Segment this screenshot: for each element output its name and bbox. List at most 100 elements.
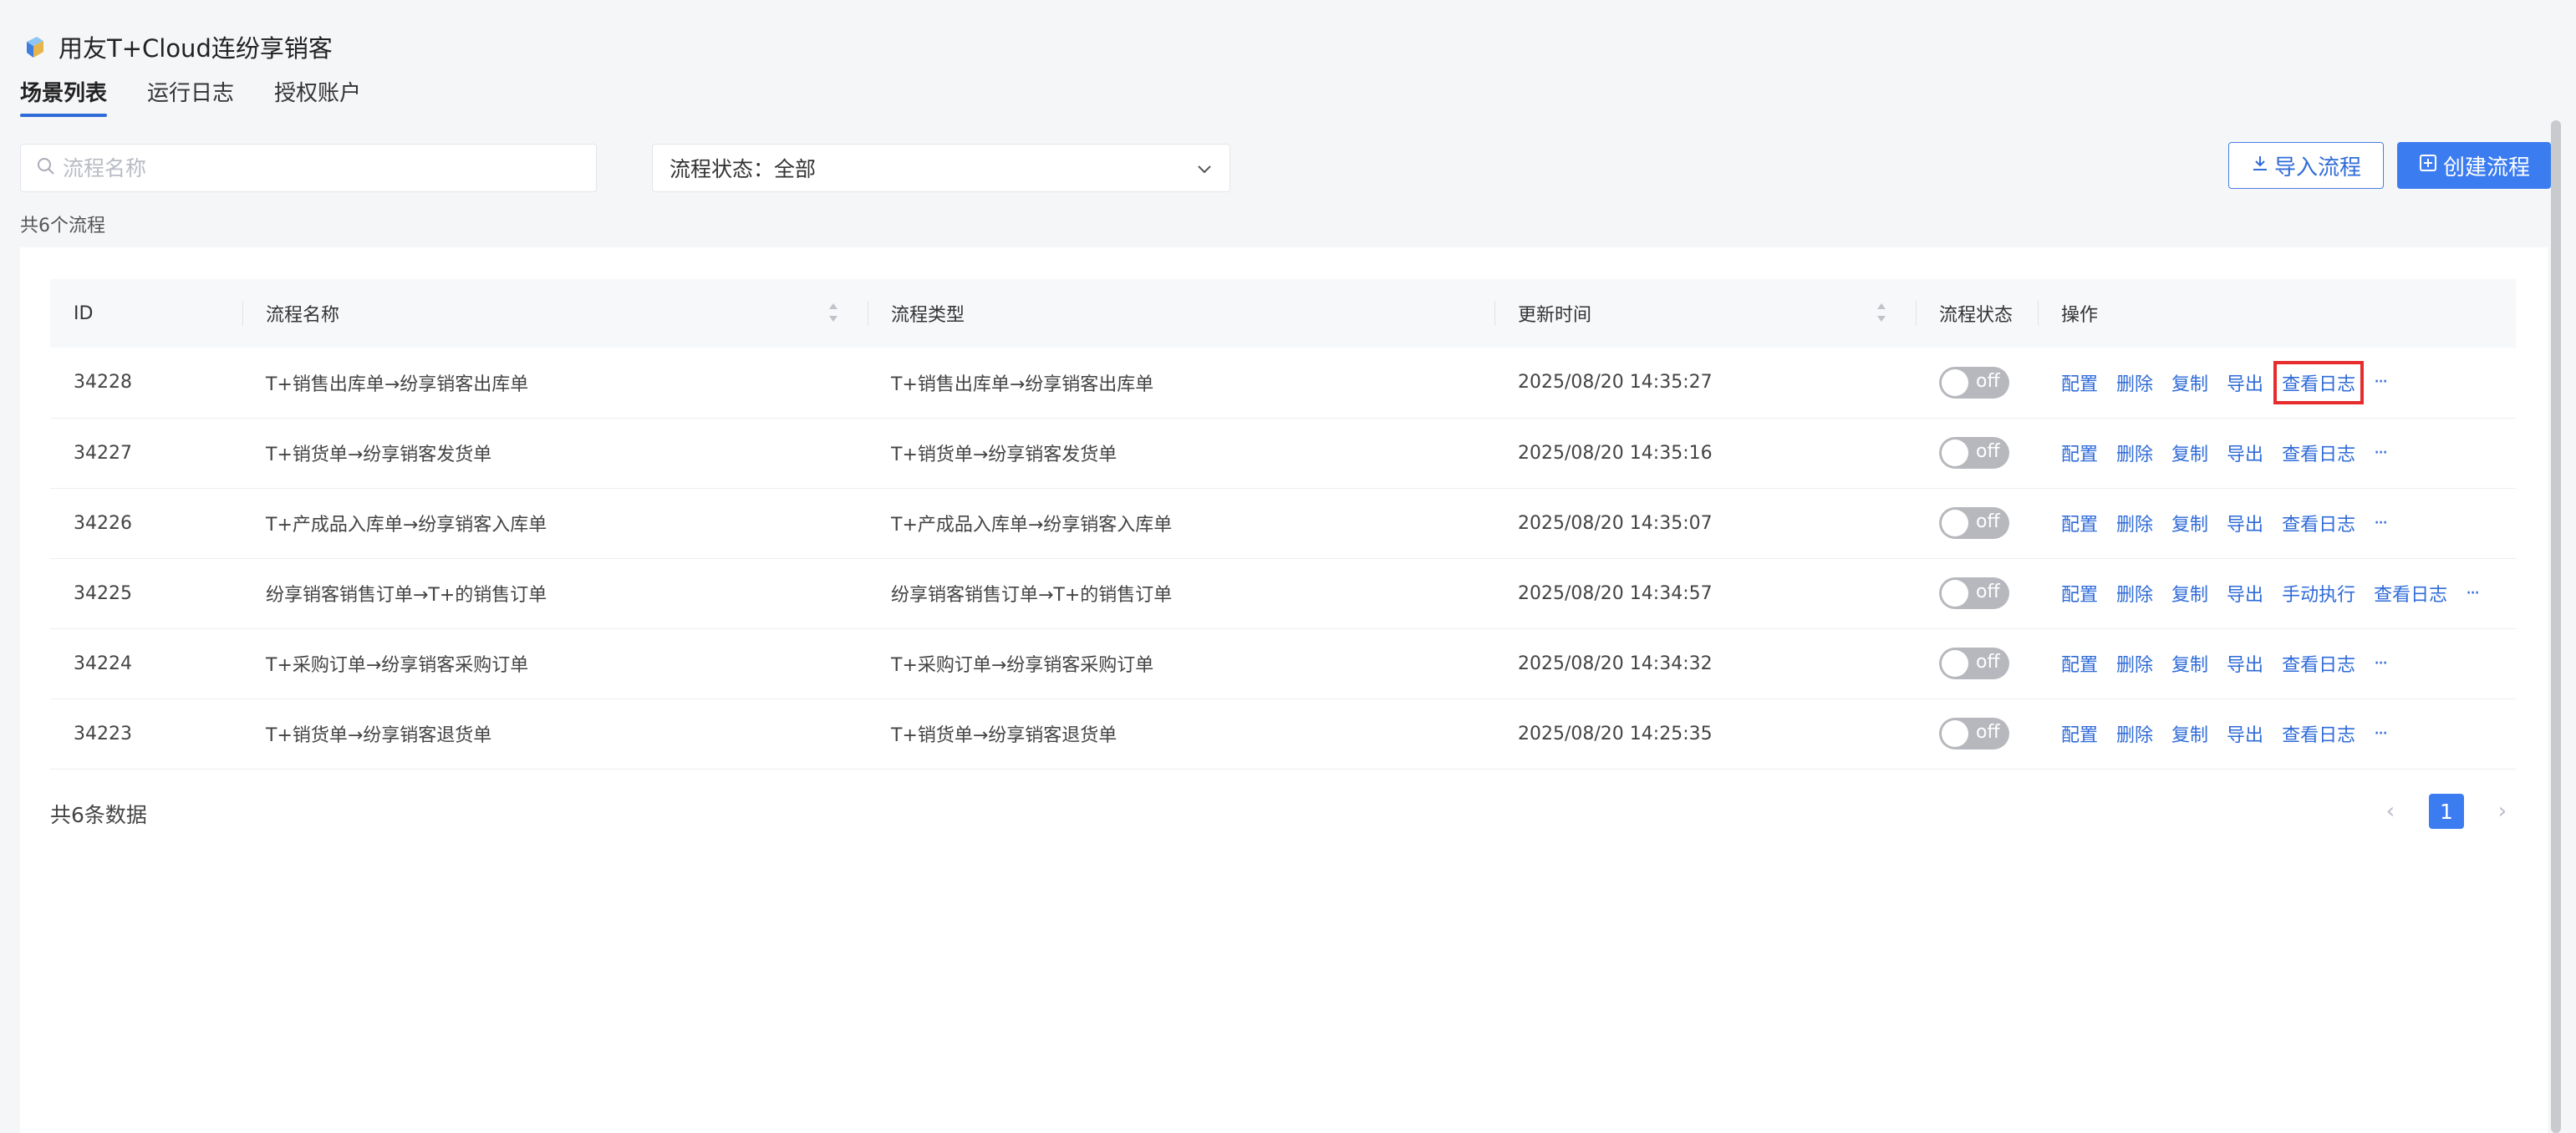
view-log-link[interactable]: 查看日志 bbox=[2273, 360, 2365, 404]
status-toggle[interactable]: off bbox=[1939, 366, 2009, 399]
toggle-knob bbox=[1942, 368, 1968, 396]
table-row: 34226 T+产成品入库单→纷享销客入库单 T+产成品入库单→纷享销客入库单 … bbox=[50, 488, 2516, 559]
col-header-id: ID bbox=[50, 279, 242, 348]
download-icon bbox=[2251, 153, 2269, 178]
cell-actions: 配置 删除 复制 导出 查看日志 ··· bbox=[2038, 699, 2516, 770]
delete-link[interactable]: 删除 bbox=[2116, 510, 2153, 536]
ellipsis-icon[interactable]: ··· bbox=[2466, 583, 2480, 604]
view-log-link[interactable]: 查看日志 bbox=[2282, 720, 2355, 747]
table-row: 34225 纷享销客销售订单→T+的销售订单 纷享销客销售订单→T+的销售订单 … bbox=[50, 558, 2516, 629]
view-log-link[interactable]: 查看日志 bbox=[2282, 510, 2355, 536]
delete-link[interactable]: 删除 bbox=[2116, 439, 2153, 466]
manual-run-link[interactable]: 手动执行 bbox=[2282, 580, 2355, 607]
config-link[interactable]: 配置 bbox=[2061, 720, 2098, 747]
pagination: ‹ 1 › bbox=[2382, 794, 2511, 829]
view-log-link[interactable]: 查看日志 bbox=[2282, 650, 2355, 677]
cell-updated: 2025/08/20 14:35:07 bbox=[1494, 488, 1916, 559]
tab-run-log[interactable]: 运行日志 bbox=[147, 77, 234, 122]
search-icon bbox=[36, 156, 56, 180]
copy-link[interactable]: 复制 bbox=[2171, 580, 2208, 607]
copy-link[interactable]: 复制 bbox=[2171, 439, 2208, 466]
vertical-scrollbar[interactable] bbox=[2551, 120, 2561, 1133]
flow-table: ID 流程名称 流程类型 更新时间 流程状态 操作 34228 T+销售出库单→… bbox=[50, 279, 2516, 770]
cell-status: off bbox=[1916, 348, 2038, 419]
toggle-knob bbox=[1942, 580, 1968, 607]
create-flow-label: 创建流程 bbox=[2442, 155, 2530, 180]
toggle-label: off bbox=[1976, 441, 2000, 462]
export-link[interactable]: 导出 bbox=[2227, 510, 2263, 536]
config-link[interactable]: 配置 bbox=[2061, 650, 2098, 677]
export-link[interactable]: 导出 bbox=[2227, 369, 2263, 396]
search-box[interactable] bbox=[20, 144, 597, 192]
cell-status: off bbox=[1916, 418, 2038, 489]
config-link[interactable]: 配置 bbox=[2061, 510, 2098, 536]
sort-icon[interactable] bbox=[1876, 301, 1887, 324]
delete-link[interactable]: 删除 bbox=[2116, 369, 2153, 396]
config-link[interactable]: 配置 bbox=[2061, 580, 2098, 607]
app-header: 用友T+Cloud连纷享销客 bbox=[22, 28, 333, 65]
tab-scene-list[interactable]: 场景列表 bbox=[20, 77, 108, 122]
view-log-link[interactable]: 查看日志 bbox=[2374, 580, 2447, 607]
copy-link[interactable]: 复制 bbox=[2171, 510, 2208, 536]
cell-actions: 配置 删除 复制 导出 查看日志 ··· bbox=[2038, 628, 2516, 699]
tab-auth-account[interactable]: 授权账户 bbox=[274, 77, 361, 122]
cell-id: 34225 bbox=[50, 558, 242, 629]
copy-link[interactable]: 复制 bbox=[2171, 650, 2208, 677]
table-row: 34224 T+采购订单→纷享销客采购订单 T+采购订单→纷享销客采购订单 20… bbox=[50, 628, 2516, 699]
ellipsis-icon[interactable]: ··· bbox=[2374, 372, 2388, 393]
status-filter-select[interactable]: 流程状态：全部 bbox=[652, 144, 1230, 192]
cell-type: T+销货单→纷享销客发货单 bbox=[868, 418, 1494, 489]
delete-link[interactable]: 删除 bbox=[2116, 650, 2153, 677]
chevron-down-icon bbox=[1196, 156, 1213, 180]
view-log-link[interactable]: 查看日志 bbox=[2282, 439, 2355, 466]
export-link[interactable]: 导出 bbox=[2227, 720, 2263, 747]
export-link[interactable]: 导出 bbox=[2227, 650, 2263, 677]
toggle-label: off bbox=[1976, 722, 2000, 743]
cell-updated: 2025/08/20 14:25:35 bbox=[1494, 699, 1916, 770]
config-link[interactable]: 配置 bbox=[2061, 369, 2098, 396]
cell-name: T+产成品入库单→纷享销客入库单 bbox=[242, 488, 868, 559]
cell-actions: 配置 删除 复制 导出 查看日志 ··· bbox=[2038, 418, 2516, 489]
delete-link[interactable]: 删除 bbox=[2116, 580, 2153, 607]
table-row: 34228 T+销售出库单→纷享销客出库单 T+销售出库单→纷享销客出库单 20… bbox=[50, 348, 2516, 419]
cell-id: 34223 bbox=[50, 699, 242, 770]
ellipsis-icon[interactable]: ··· bbox=[2374, 653, 2388, 674]
col-header-type: 流程类型 bbox=[868, 279, 1494, 348]
ellipsis-icon[interactable]: ··· bbox=[2374, 724, 2388, 744]
cube-logo-icon bbox=[22, 34, 47, 59]
status-filter-label: 流程状态： bbox=[669, 157, 775, 181]
cell-id: 34227 bbox=[50, 418, 242, 489]
cell-id: 34228 bbox=[50, 348, 242, 419]
prev-page-icon[interactable]: ‹ bbox=[2382, 799, 2399, 824]
delete-link[interactable]: 删除 bbox=[2116, 720, 2153, 747]
status-toggle[interactable]: off bbox=[1939, 507, 2009, 539]
import-flow-button[interactable]: 导入流程 bbox=[2228, 142, 2384, 189]
copy-link[interactable]: 复制 bbox=[2171, 720, 2208, 747]
config-link[interactable]: 配置 bbox=[2061, 439, 2098, 466]
search-input[interactable] bbox=[61, 155, 563, 181]
export-link[interactable]: 导出 bbox=[2227, 439, 2263, 466]
next-page-icon[interactable]: › bbox=[2494, 799, 2511, 824]
flow-table-card: ID 流程名称 流程类型 更新时间 流程状态 操作 34228 T+销售出库单→… bbox=[20, 247, 2548, 1133]
create-flow-button[interactable]: 创建流程 bbox=[2397, 142, 2551, 189]
status-toggle[interactable]: off bbox=[1939, 648, 2009, 679]
cell-name: 纷享销客销售订单→T+的销售订单 bbox=[242, 558, 868, 629]
toggle-label: off bbox=[1976, 652, 2000, 673]
cell-type: T+采购订单→纷享销客采购订单 bbox=[868, 628, 1494, 699]
toggle-knob bbox=[1942, 720, 1968, 747]
col-header-name[interactable]: 流程名称 bbox=[242, 279, 868, 348]
ellipsis-icon[interactable]: ··· bbox=[2374, 443, 2388, 464]
cell-actions: 配置 删除 复制 导出 手动执行 查看日志 ··· bbox=[2038, 558, 2516, 629]
sort-icon[interactable] bbox=[827, 301, 839, 324]
col-header-status: 流程状态 bbox=[1916, 279, 2038, 348]
table-header-row: ID 流程名称 流程类型 更新时间 流程状态 操作 bbox=[50, 279, 2516, 348]
status-toggle[interactable]: off bbox=[1939, 577, 2009, 609]
copy-link[interactable]: 复制 bbox=[2171, 369, 2208, 396]
ellipsis-icon[interactable]: ··· bbox=[2374, 513, 2388, 534]
col-header-updated[interactable]: 更新时间 bbox=[1494, 279, 1916, 348]
page-number[interactable]: 1 bbox=[2429, 794, 2464, 829]
status-toggle[interactable]: off bbox=[1939, 718, 2009, 749]
status-toggle[interactable]: off bbox=[1939, 437, 2009, 469]
export-link[interactable]: 导出 bbox=[2227, 580, 2263, 607]
cell-actions: 配置 删除 复制 导出 查看日志 ··· bbox=[2038, 488, 2516, 559]
